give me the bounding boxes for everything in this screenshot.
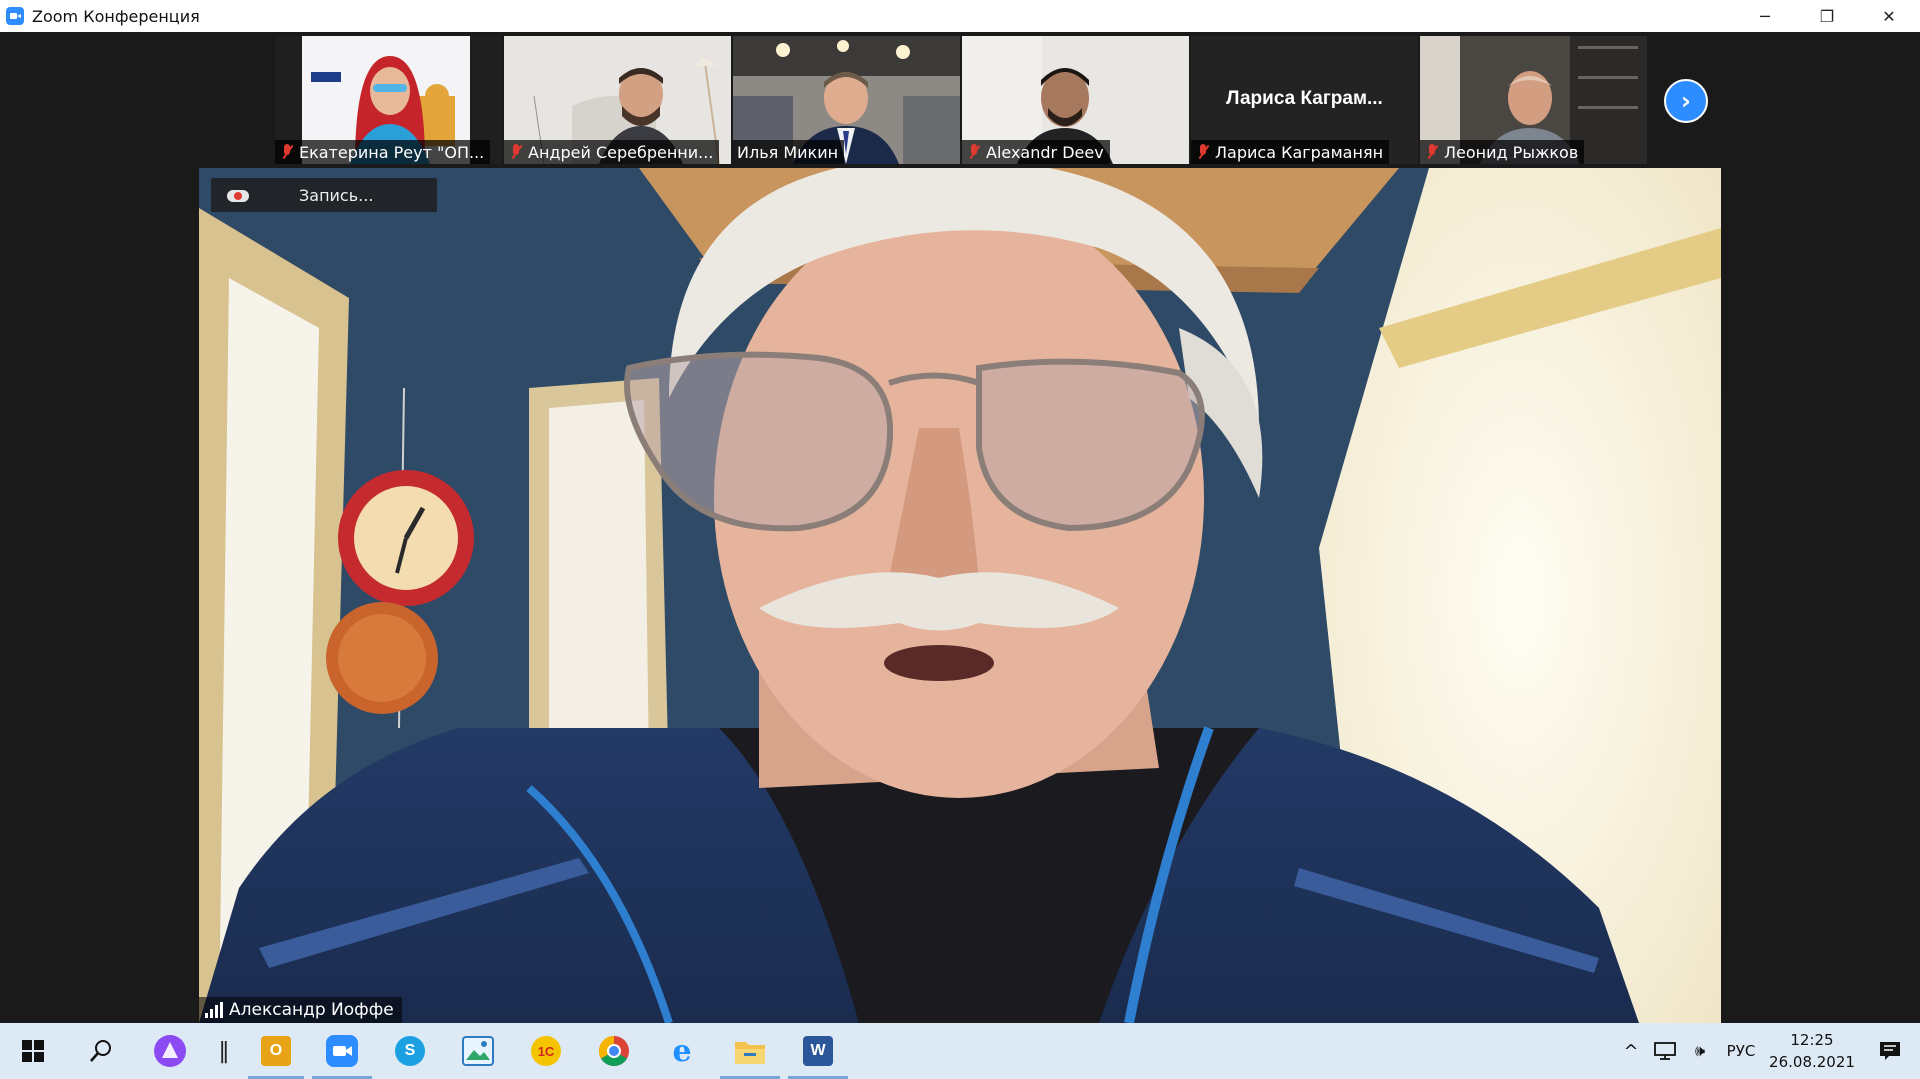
participant-tile[interactable]: Илья Микин xyxy=(733,36,960,164)
mic-muted-icon xyxy=(279,143,295,161)
close-button[interactable]: ✕ xyxy=(1858,0,1920,32)
speaker-video-frame xyxy=(199,168,1721,1023)
network-button[interactable] xyxy=(1648,1023,1682,1079)
participant-name: Леонид Рыжков xyxy=(1444,142,1579,162)
participant-name: Екатерина Реут "ОП... xyxy=(299,142,485,162)
taskview-separator-icon: ‖ xyxy=(218,1038,230,1064)
mic-muted-icon xyxy=(966,143,982,161)
tray-overflow-button[interactable]: ^ xyxy=(1614,1023,1648,1079)
meeting-area: Екатерина Реут "ОП... Андрей Серебренни.… xyxy=(0,32,1920,1023)
taskbar-file-explorer[interactable] xyxy=(716,1023,784,1079)
window-title-bar[interactable]: Zoom Конференция ─ ❐ ✕ xyxy=(0,0,1920,32)
file-explorer-icon xyxy=(735,1042,765,1064)
recording-label: Запись... xyxy=(299,185,374,205)
participant-name-bar: Екатерина Реут "ОП... xyxy=(275,140,491,164)
clock-time: 12:25 xyxy=(1790,1031,1834,1049)
internet-explorer-icon: e xyxy=(672,1033,692,1069)
photos-icon xyxy=(462,1036,494,1066)
participant-tile[interactable]: Леонид Рыжков xyxy=(1420,36,1647,164)
participant-name-bar: Леонид Рыжков xyxy=(1420,140,1585,164)
participant-display-name: Лариса Каграм... xyxy=(1226,88,1383,109)
network-icon xyxy=(1654,1042,1676,1060)
clock-date: 26.08.2021 xyxy=(1769,1053,1855,1071)
system-tray: ^ 🕪 РУС 12:25 26.08.2021 xyxy=(1614,1023,1920,1079)
participant-tile[interactable]: Андрей Серебренни... xyxy=(504,36,731,164)
cloud-recording-icon xyxy=(227,187,249,203)
participant-name-bar: Лариса Каграманян xyxy=(1191,140,1390,164)
speaker-volume-icon: 🕪 xyxy=(1694,1041,1706,1060)
zoom-icon xyxy=(326,1035,358,1067)
language-indicator[interactable]: РУС xyxy=(1718,1023,1764,1079)
taskbar-outlook[interactable]: O xyxy=(244,1023,308,1079)
chrome-icon xyxy=(598,1036,629,1067)
participant-name: Андрей Серебренни... xyxy=(528,142,714,162)
mic-muted-icon xyxy=(1195,143,1211,161)
notifications-icon xyxy=(1880,1042,1900,1060)
language-label: РУС xyxy=(1726,1042,1756,1060)
start-button[interactable] xyxy=(0,1023,66,1079)
windows-start-icon xyxy=(22,1040,44,1062)
next-participants-button[interactable]: › xyxy=(1664,79,1708,123)
active-speaker-video[interactable]: Запись... Александр Иоффе xyxy=(199,168,1721,1023)
participant-tile[interactable]: Лариса Каграм... Лариса Каграманян xyxy=(1191,36,1418,164)
mic-muted-icon xyxy=(1424,143,1440,161)
taskbar-photos[interactable] xyxy=(444,1023,512,1079)
chevron-up-icon: ^ xyxy=(1623,1040,1639,1062)
zoom-app-icon xyxy=(6,7,24,25)
search-icon xyxy=(90,1040,111,1062)
skype-icon: S xyxy=(395,1036,425,1066)
speaker-name-bar: Александр Иоффе xyxy=(199,997,402,1023)
participant-tile[interactable]: Alexandr Deev xyxy=(962,36,1189,164)
participant-tile[interactable]: Екатерина Реут "ОП... xyxy=(275,36,502,164)
alice-assistant-icon xyxy=(154,1035,186,1067)
alice-assistant-button[interactable] xyxy=(136,1023,204,1079)
speaker-name: Александр Иоффе xyxy=(229,1000,394,1020)
participant-name: Илья Микин xyxy=(737,142,839,162)
taskbar-skype[interactable]: S xyxy=(376,1023,444,1079)
taskbar-word[interactable]: W xyxy=(784,1023,852,1079)
action-center-button[interactable] xyxy=(1860,1023,1920,1079)
mic-muted-icon xyxy=(508,143,524,161)
outlook-icon: O xyxy=(261,1036,291,1066)
taskbar-internet-explorer[interactable]: e xyxy=(648,1023,716,1079)
participant-strip: Екатерина Реут "ОП... Андрей Серебренни.… xyxy=(275,36,1647,164)
recording-indicator[interactable]: Запись... xyxy=(211,178,437,212)
taskbar-zoom[interactable] xyxy=(308,1023,376,1079)
taskbar-1c[interactable]: 1С xyxy=(512,1023,580,1079)
participant-name-bar: Андрей Серебренни... xyxy=(504,140,720,164)
participant-name: Лариса Каграманян xyxy=(1215,142,1384,162)
minimize-button[interactable]: ─ xyxy=(1734,0,1796,32)
participant-name: Alexandr Deev xyxy=(986,142,1104,162)
task-view-separator[interactable]: ‖ xyxy=(204,1023,244,1079)
volume-button[interactable]: 🕪 xyxy=(1682,1023,1718,1079)
taskbar-chrome[interactable] xyxy=(580,1023,648,1079)
word-icon: W xyxy=(803,1036,833,1066)
windows-taskbar: ‖ O S 1С e W ^ 🕪 РУС 12:25 26.08.2021 xyxy=(0,1023,1920,1079)
window-title: Zoom Конференция xyxy=(32,6,200,26)
participant-name-bar: Илья Микин xyxy=(733,140,845,164)
search-button[interactable] xyxy=(66,1023,136,1079)
restore-button[interactable]: ❐ xyxy=(1796,0,1858,32)
1c-icon: 1С xyxy=(531,1036,561,1066)
window-controls: ─ ❐ ✕ xyxy=(1734,0,1920,32)
participant-name-bar: Alexandr Deev xyxy=(962,140,1110,164)
connection-signal-icon xyxy=(205,1002,223,1018)
taskbar-clock[interactable]: 12:25 26.08.2021 xyxy=(1764,1023,1860,1079)
